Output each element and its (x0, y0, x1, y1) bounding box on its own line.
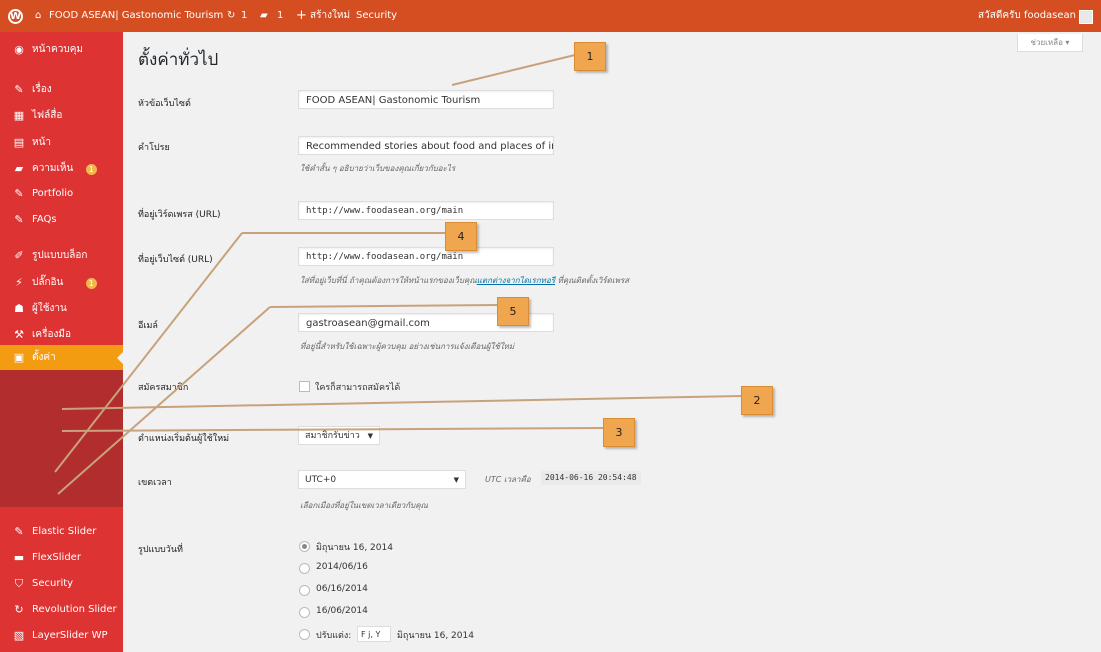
callout-3: 3 (603, 418, 635, 447)
callout-line-3 (61, 427, 605, 432)
callout-2: 2 (741, 386, 773, 415)
callout-line-5b (269, 304, 499, 308)
callout-1: 1 (574, 42, 606, 71)
callout-line-1 (451, 54, 576, 86)
callout-line-4 (54, 232, 243, 473)
callout-4: 4 (445, 222, 477, 251)
callout-5: 5 (497, 297, 529, 326)
callout-line-5 (57, 306, 271, 495)
annotation-lines (54, 54, 743, 495)
callout-line-2 (61, 395, 743, 410)
